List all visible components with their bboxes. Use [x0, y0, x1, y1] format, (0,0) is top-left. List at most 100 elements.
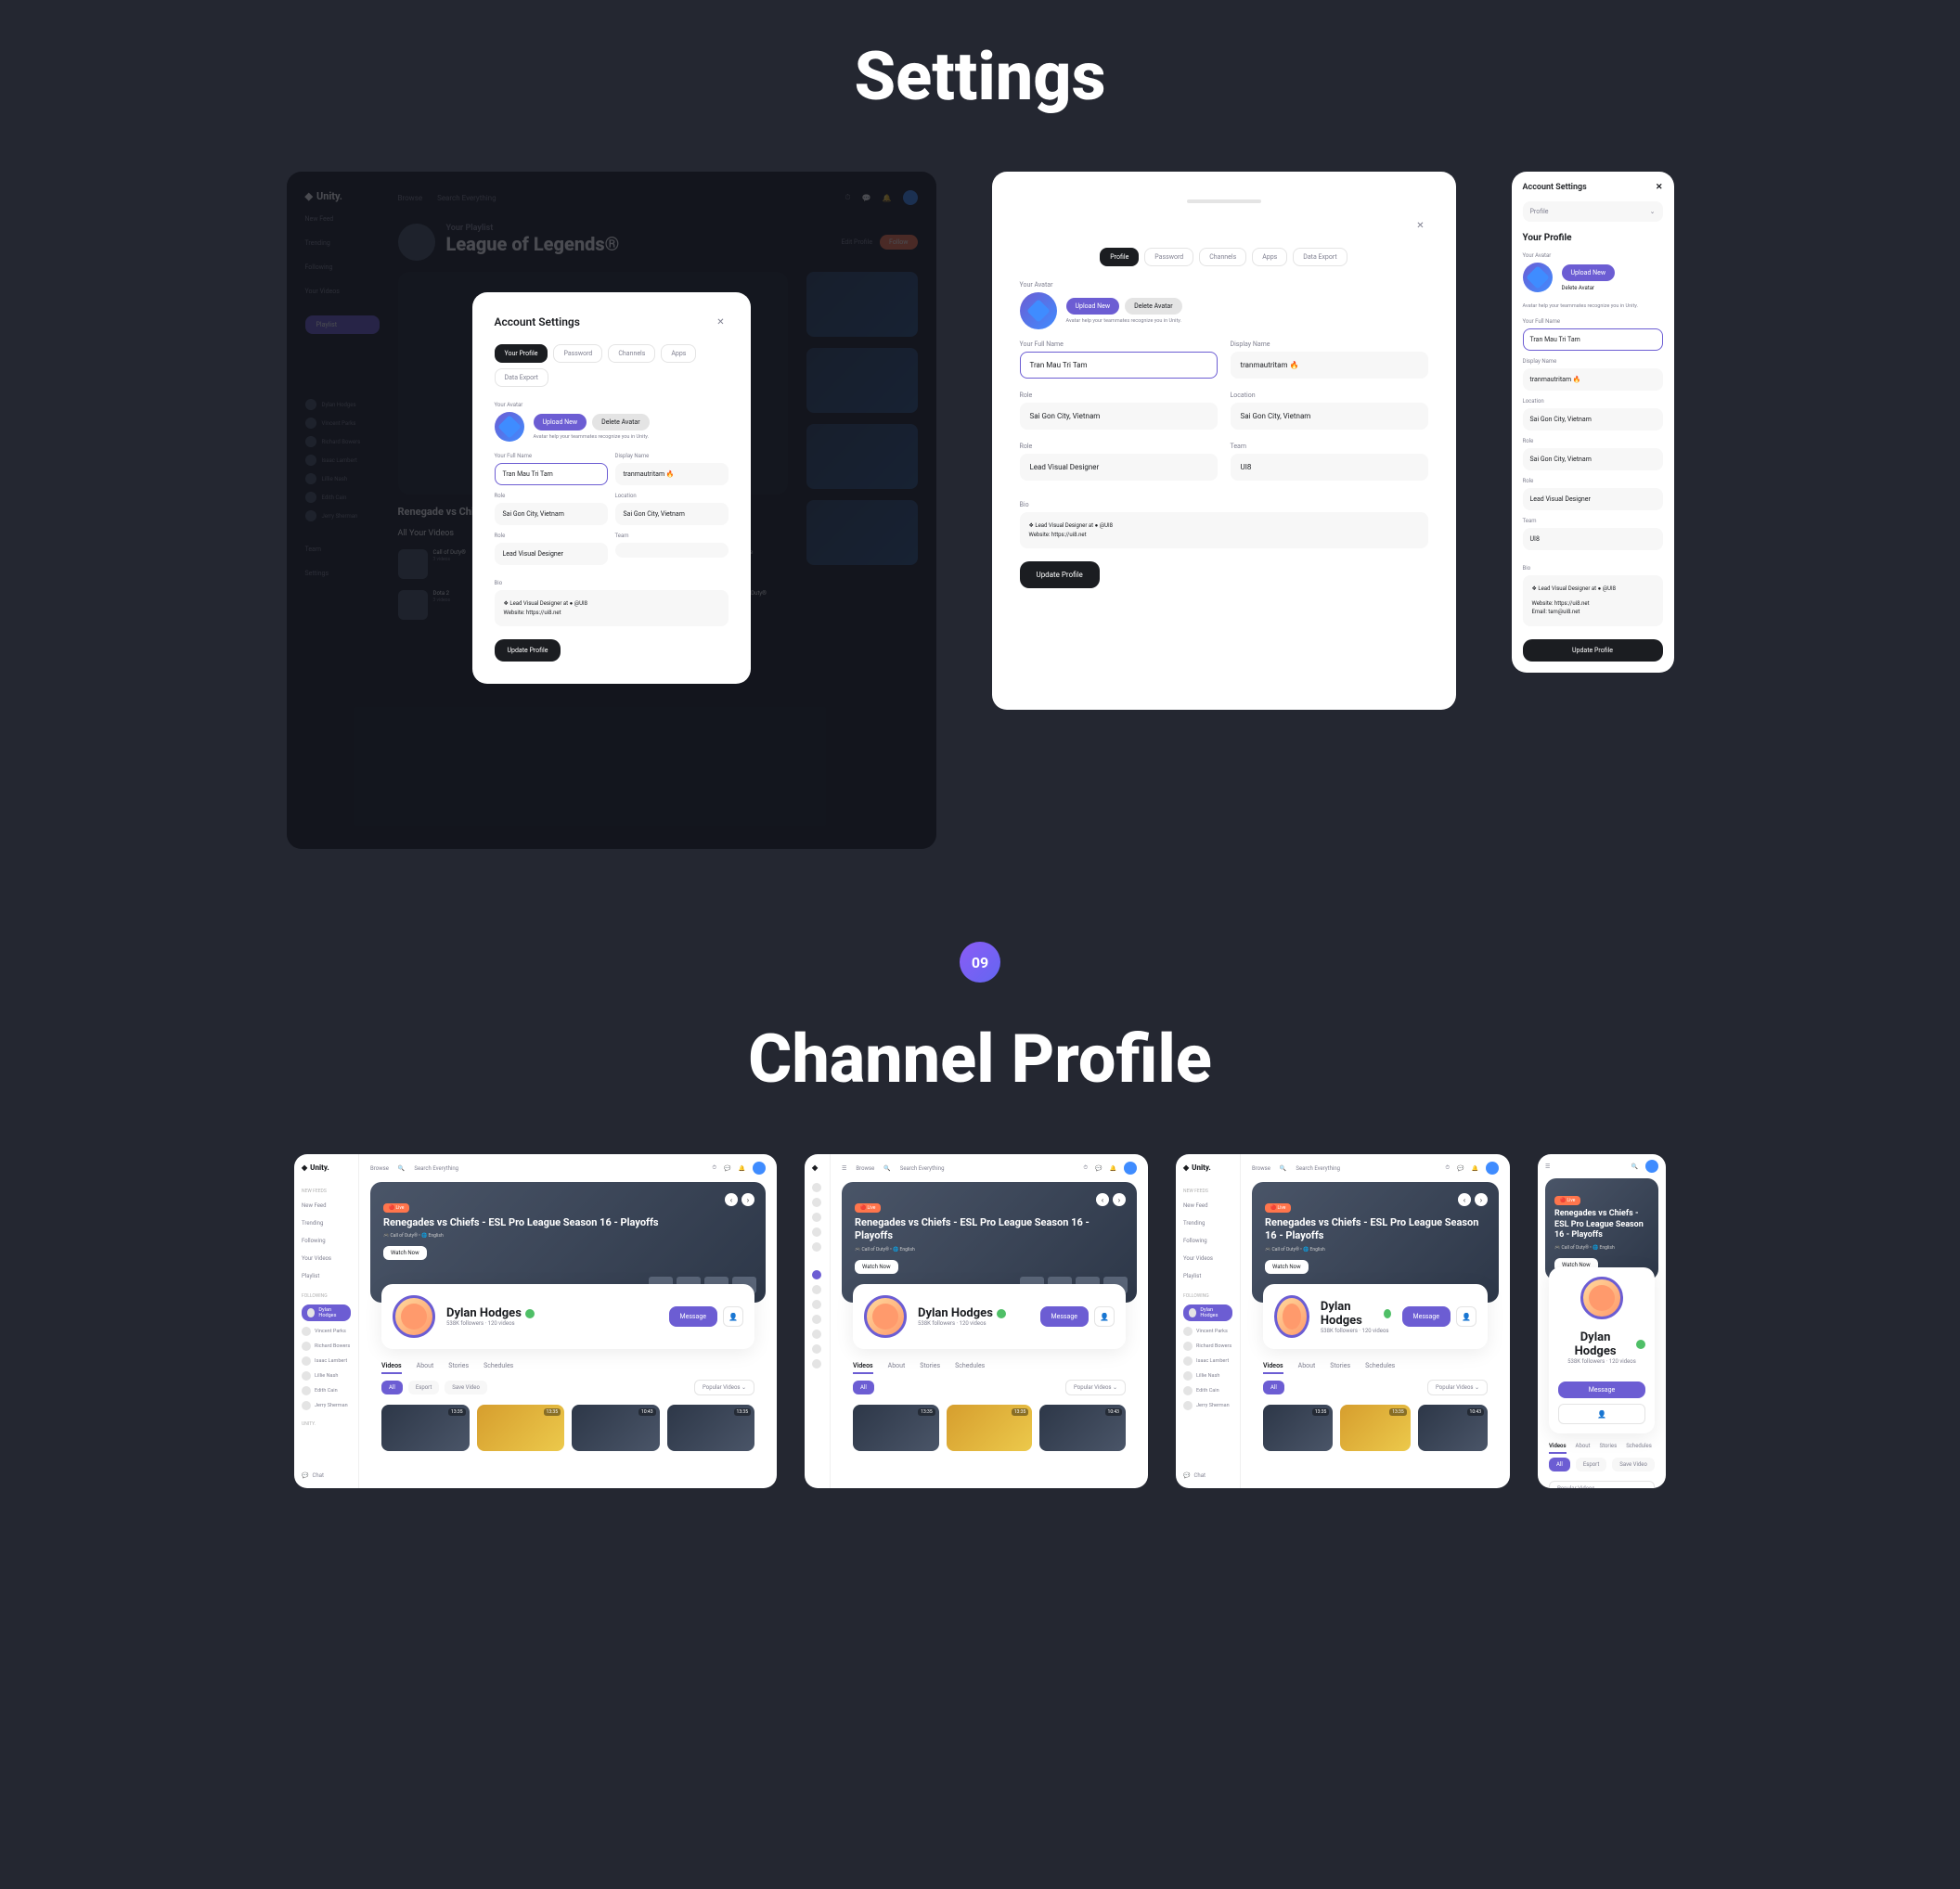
fullname-input[interactable]: Tran Mau Tri Tam	[495, 463, 608, 485]
message-button[interactable]: Message	[1558, 1381, 1645, 1398]
upload-avatar-button[interactable]: Upload New	[1066, 298, 1120, 315]
cp-follow-av[interactable]	[812, 1285, 821, 1294]
sort-select[interactable]: Popular Videos ⌄	[694, 1380, 754, 1395]
delete-avatar-button[interactable]: Delete Avatar	[592, 414, 649, 430]
update-profile-button[interactable]: Update Profile	[1523, 639, 1663, 662]
bell-icon[interactable]: 🔔	[739, 1165, 745, 1172]
location-input[interactable]: Sai Gon City, Vietnam	[1523, 408, 1663, 430]
cp-nav-icon[interactable]	[812, 1213, 821, 1222]
cp-nav[interactable]: Following	[302, 1235, 351, 1247]
cp-follow[interactable]: Vincent Parks	[1183, 1327, 1232, 1336]
next-icon[interactable]: ›	[1113, 1193, 1126, 1206]
cp-video[interactable]: 13:35	[667, 1405, 755, 1451]
update-profile-button[interactable]: Update Profile	[495, 639, 561, 662]
cp-tab-about[interactable]: About	[1298, 1362, 1316, 1374]
fullname-input[interactable]: Tran Mau Tri Tam	[1020, 352, 1218, 379]
cp-tab-about[interactable]: About	[417, 1362, 434, 1374]
menu-icon[interactable]: ☰	[1545, 1163, 1550, 1170]
watch-button[interactable]: Watch Now	[855, 1260, 898, 1274]
cp-nav[interactable]: Playlist	[1183, 1270, 1232, 1282]
watch-button[interactable]: Watch Now	[383, 1246, 427, 1260]
tab-profile[interactable]: Your Profile	[495, 344, 548, 363]
displayname-input[interactable]: tranmautritam 🔥	[615, 463, 729, 485]
cp-video[interactable]: 13:35	[381, 1405, 470, 1451]
close-icon[interactable]: ✕	[1656, 183, 1663, 192]
next-icon[interactable]: ›	[741, 1193, 754, 1206]
bio-textarea[interactable]: ❖ Lead Visual Designer at ● @UI8 Website…	[495, 590, 729, 626]
bio-textarea[interactable]: ❖ Lead Visual Designer at ● @UI8 Website…	[1523, 575, 1663, 626]
cp-tab-videos[interactable]: Videos	[1263, 1362, 1283, 1374]
cp-browse[interactable]: Browse	[370, 1165, 389, 1172]
cp-tab-videos[interactable]: Videos	[381, 1362, 402, 1374]
cp-follow[interactable]: Isaac Lambert	[302, 1356, 351, 1366]
filter-save[interactable]: Save Video	[1612, 1458, 1655, 1471]
cp-video[interactable]: 10:43	[1418, 1405, 1488, 1451]
cp-nav-icon[interactable]	[812, 1183, 821, 1192]
cp-video[interactable]: 13:35	[853, 1405, 939, 1451]
cp-nav[interactable]: Following	[1183, 1235, 1232, 1247]
cp-nav[interactable]: Playlist	[302, 1270, 351, 1282]
cp-browse[interactable]: Browse	[856, 1165, 874, 1172]
cp-tab-schedules[interactable]: Schedules	[1626, 1443, 1652, 1454]
cp-tab-schedules[interactable]: Schedules	[955, 1362, 985, 1374]
upload-avatar-button[interactable]: Upload New	[1562, 264, 1616, 281]
role2-input[interactable]: Lead Visual Designer	[1523, 488, 1663, 510]
cp-video[interactable]: 13:35	[477, 1405, 565, 1451]
tab-password[interactable]: Password	[1144, 248, 1193, 266]
cp-follow[interactable]: Jerry Sherman	[302, 1401, 351, 1410]
message-button[interactable]: Message	[669, 1306, 718, 1327]
role-input[interactable]: Sai Gon City, Vietnam	[1523, 448, 1663, 470]
clock-icon[interactable]: ⏱	[712, 1164, 716, 1172]
cp-follow[interactable]: Isaac Lambert	[1183, 1356, 1232, 1366]
cp-video[interactable]: 10:43	[572, 1405, 660, 1451]
cp-tab-stories[interactable]: Stories	[920, 1362, 940, 1374]
cp-follow[interactable]: Lillie Nash	[1183, 1371, 1232, 1381]
filter-all[interactable]: All	[853, 1381, 874, 1394]
filter-all[interactable]: All	[381, 1381, 403, 1394]
delete-avatar-link[interactable]: Delete Avatar	[1562, 285, 1616, 291]
cp-nav[interactable]: New Feed	[302, 1200, 351, 1212]
role2-input[interactable]: Lead Visual Designer	[1020, 454, 1218, 481]
cp-follow-av[interactable]	[812, 1315, 821, 1324]
add-user-icon[interactable]: 👤	[1558, 1404, 1645, 1424]
filter-all[interactable]: All	[1263, 1381, 1284, 1394]
watch-button[interactable]: Watch Now	[1265, 1260, 1309, 1274]
filter-esport[interactable]: Esport	[1576, 1458, 1606, 1471]
tab-dataexport[interactable]: Data Export	[495, 368, 548, 387]
tab-channels[interactable]: Channels	[608, 344, 655, 363]
cp-follow-active[interactable]: Dylan Hodges	[302, 1304, 351, 1321]
cp-follow-active[interactable]: Dylan Hodges	[1183, 1304, 1232, 1321]
tab-password[interactable]: Password	[553, 344, 602, 363]
cp-nav[interactable]: New Feed	[1183, 1200, 1232, 1212]
cp-follow[interactable]: Richard Bowers	[1183, 1342, 1232, 1351]
cp-tab-videos[interactable]: Videos	[1549, 1443, 1567, 1454]
displayname-input[interactable]: tranmautritam 🔥	[1231, 352, 1428, 379]
add-user-icon[interactable]: 👤	[1094, 1306, 1115, 1327]
cp-chat[interactable]: 💬 Chat	[302, 1472, 351, 1479]
cp-follow-av[interactable]	[812, 1300, 821, 1309]
location-input[interactable]: Sai Gon City, Vietnam	[615, 503, 729, 525]
cp-chat[interactable]: 💬 Chat	[1183, 1472, 1232, 1479]
filter-save[interactable]: Save Video	[445, 1381, 487, 1394]
cp-tab-about[interactable]: About	[1576, 1443, 1591, 1454]
cp-follow[interactable]: Edith Cain	[302, 1386, 351, 1395]
message-button[interactable]: Message	[1402, 1306, 1451, 1327]
team-input[interactable]: UI8	[1231, 454, 1428, 481]
location-input[interactable]: Sai Gon City, Vietnam	[1231, 403, 1428, 430]
team-input[interactable]	[615, 543, 729, 558]
role2-input[interactable]: Lead Visual Designer	[495, 543, 608, 565]
role-input[interactable]: Sai Gon City, Vietnam	[1020, 403, 1218, 430]
cp-video[interactable]: 13:35	[1340, 1405, 1410, 1451]
cp-search[interactable]: Search Everything	[1296, 1165, 1340, 1172]
add-user-icon[interactable]: 👤	[1456, 1306, 1476, 1327]
tab-profile[interactable]: Profile	[1100, 248, 1139, 266]
bio-textarea[interactable]: ❖ Lead Visual Designer at ● @UI8 Website…	[1020, 512, 1428, 548]
cp-follow[interactable]: Edith Cain	[1183, 1386, 1232, 1395]
prev-icon[interactable]: ‹	[1096, 1193, 1109, 1206]
cp-nav[interactable]: Trending	[302, 1217, 351, 1229]
cp-follow[interactable]: Vincent Parks	[302, 1327, 351, 1336]
sort-select[interactable]: Popular Videos ⌄	[1427, 1380, 1488, 1395]
upload-avatar-button[interactable]: Upload New	[534, 414, 587, 430]
cp-user-avatar[interactable]	[1486, 1162, 1499, 1175]
cp-tab-about[interactable]: About	[888, 1362, 906, 1374]
